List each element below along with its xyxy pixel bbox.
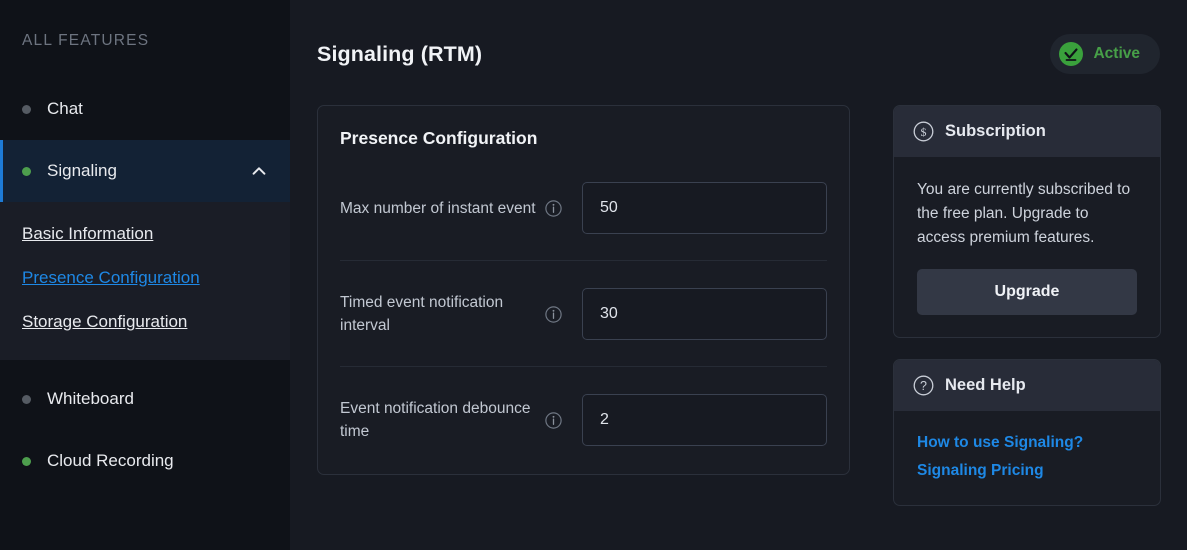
- max-instant-event-input[interactable]: [582, 182, 827, 234]
- sidebar-subitem-storage-configuration[interactable]: Storage Configuration: [0, 300, 290, 344]
- sidebar-item-whiteboard[interactable]: Whiteboard: [0, 368, 290, 430]
- need-help-panel-header: ? Need Help: [894, 360, 1160, 411]
- sidebar-item-label: Cloud Recording: [47, 451, 174, 470]
- form-row: Max number of instant event: [340, 155, 827, 261]
- sidebar-item-chat[interactable]: Chat: [0, 78, 290, 140]
- info-icon[interactable]: [545, 305, 562, 323]
- card-title: Presence Configuration: [340, 128, 538, 148]
- info-icon[interactable]: [545, 199, 562, 217]
- presence-configuration-card: Presence Configuration Max number of ins…: [317, 105, 850, 475]
- sidebar-item-label: Signaling: [47, 161, 117, 180]
- sidebar-heading: ALL FEATURES: [22, 32, 150, 49]
- field-label: Event notification debounce time: [340, 400, 531, 440]
- sidebar-lower-section: Whiteboard Cloud Recording: [0, 360, 290, 550]
- status-badge: Active: [1050, 34, 1160, 74]
- status-badge-label: Active: [1093, 45, 1140, 62]
- sidebar-item-label: Whiteboard: [47, 389, 134, 408]
- subscription-panel: $ Subscription You are currently subscri…: [893, 105, 1161, 338]
- sidebar-subitem-basic-information[interactable]: Basic Information: [0, 212, 290, 256]
- subscription-text: You are currently subscribed to the free…: [917, 181, 1131, 246]
- debounce-time-input[interactable]: [582, 394, 827, 446]
- question-circle-icon: ?: [913, 375, 934, 396]
- status-dot-icon: [22, 394, 31, 404]
- svg-text:?: ?: [920, 379, 927, 393]
- sidebar-submenu: Basic Information Presence Configuration…: [0, 202, 290, 360]
- need-help-panel: ? Need Help How to use Signaling? Signal…: [893, 359, 1161, 506]
- dollar-circle-icon: $: [913, 121, 934, 142]
- need-help-panel-title: Need Help: [945, 376, 1026, 394]
- status-dot-icon: [22, 166, 31, 176]
- chevron-up-icon[interactable]: [250, 162, 268, 180]
- sidebar-subitem-presence-configuration[interactable]: Presence Configuration: [0, 256, 290, 300]
- status-dot-icon: [22, 456, 31, 466]
- check-circle-icon: [1058, 41, 1084, 67]
- help-link-signaling-pricing[interactable]: Signaling Pricing: [917, 457, 1137, 485]
- form-row: Event notification debounce time: [340, 367, 827, 456]
- subscription-panel-header: $ Subscription: [894, 106, 1160, 157]
- svg-text:$: $: [921, 125, 927, 139]
- sidebar-item-label: Chat: [47, 99, 83, 118]
- need-help-panel-body: How to use Signaling? Signaling Pricing: [894, 411, 1160, 505]
- status-dot-icon: [22, 104, 31, 114]
- info-icon[interactable]: [545, 411, 562, 429]
- help-link-how-to-use-signaling[interactable]: How to use Signaling?: [917, 429, 1137, 457]
- sidebar-item-cloud-recording[interactable]: Cloud Recording: [0, 430, 290, 492]
- side-column: $ Subscription You are currently subscri…: [893, 105, 1161, 506]
- main-content: Signaling (RTM) Active Presence Configur…: [290, 0, 1187, 550]
- subscription-panel-body: You are currently subscribed to the free…: [894, 157, 1160, 337]
- page-header: Signaling (RTM) Active: [290, 0, 1187, 82]
- page-title: Signaling (RTM): [317, 41, 483, 66]
- app-root: ALL FEATURES Chat Signaling Basic Inform…: [0, 0, 1187, 550]
- sidebar: ALL FEATURES Chat Signaling Basic Inform…: [0, 0, 290, 550]
- content-area: Presence Configuration Max number of ins…: [290, 82, 1187, 506]
- field-label: Max number of instant event: [340, 199, 536, 217]
- field-label: Timed event notification interval: [340, 294, 504, 334]
- subscription-panel-title: Subscription: [945, 122, 1046, 140]
- upgrade-button[interactable]: Upgrade: [917, 269, 1137, 315]
- sidebar-item-signaling[interactable]: Signaling: [0, 140, 290, 202]
- form-row: Timed event notification interval: [340, 261, 827, 367]
- timed-event-interval-input[interactable]: [582, 288, 827, 340]
